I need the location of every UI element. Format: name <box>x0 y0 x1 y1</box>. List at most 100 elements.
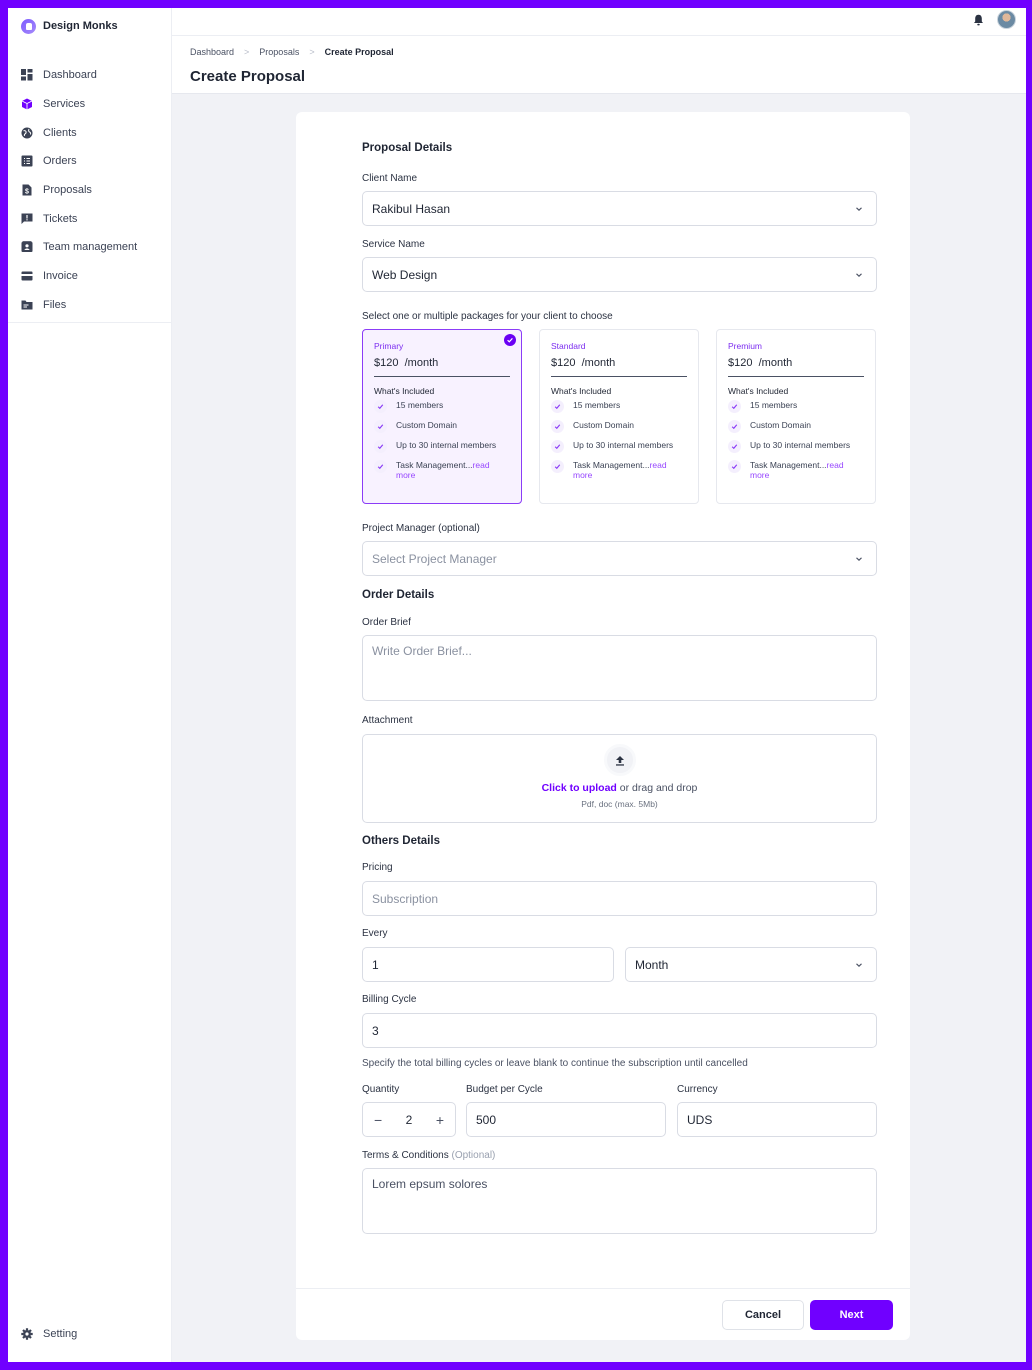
billing-cycle-label: Billing Cycle <box>362 994 417 1005</box>
quantity-value: 2 <box>405 1112 413 1127</box>
price-period: /month <box>581 357 616 369</box>
minus-icon[interactable]: − <box>374 1112 382 1128</box>
currency-value: UDS <box>687 1112 713 1127</box>
attachment-dropzone[interactable]: Click to upload or drag and drop Pdf, do… <box>362 734 877 823</box>
section-heading-others-details: Others Details <box>362 835 440 847</box>
package-price: $120 /month <box>728 357 864 377</box>
check-icon <box>728 420 741 433</box>
price-period: /month <box>758 357 793 369</box>
project-manager-label: Project Manager (optional) <box>362 523 480 534</box>
package-price: $120 /month <box>551 357 687 377</box>
breadcrumb: Dashboard > Proposals > Create Proposal <box>190 47 1026 57</box>
project-manager-select[interactable]: Select Project Manager <box>362 541 877 576</box>
sidebar-item-label: Dashboard <box>43 69 97 82</box>
every-unit-value: Month <box>635 957 669 972</box>
sidebar-item-clients[interactable]: Clients <box>8 118 171 147</box>
client-name-label: Client Name <box>362 173 418 184</box>
every-count-input[interactable]: 1 <box>362 947 614 982</box>
feature-item: Up to 30 internal members <box>374 440 510 460</box>
sidebar-item-setting[interactable]: Setting <box>8 1328 77 1340</box>
sidebar-item-files[interactable]: Files <box>8 291 171 320</box>
packages-label: Select one or multiple packages for your… <box>362 311 613 322</box>
chevron-right-icon: > <box>244 47 250 57</box>
package-card-premium[interactable]: Premium $120 /month What's Included 15 m… <box>716 329 876 504</box>
feature-item: Custom Domain <box>374 420 510 440</box>
pricing-input[interactable]: Subscription <box>362 881 877 916</box>
package-name: Primary <box>374 341 404 351</box>
attachment-label: Attachment <box>362 715 413 726</box>
feature-item: Up to 30 internal members <box>551 440 687 460</box>
budget-input[interactable]: 500 <box>466 1102 666 1137</box>
service-name-select[interactable]: Web Design <box>362 257 877 292</box>
package-card-primary[interactable]: Primary $120 /month What's Included 15 m… <box>362 329 522 504</box>
client-name-select[interactable]: Rakibul Hasan <box>362 191 877 226</box>
check-icon <box>374 420 387 433</box>
user-avatar[interactable] <box>997 10 1016 29</box>
check-icon <box>551 400 564 413</box>
pricing-label: Pricing <box>362 862 393 873</box>
order-brief-textarea[interactable]: Write Order Brief... <box>362 635 877 701</box>
check-icon <box>374 400 387 413</box>
billing-cycle-input[interactable]: 3 <box>362 1013 877 1048</box>
top-bar <box>172 8 1026 36</box>
feature-list: 15 members Custom Domain Up to 30 intern… <box>551 400 687 480</box>
click-to-upload-link[interactable]: Click to upload <box>542 782 617 794</box>
sidebar-item-invoice[interactable]: Invoice <box>8 262 171 291</box>
every-label: Every <box>362 928 388 939</box>
sidebar-item-team-management[interactable]: Team management <box>8 233 171 262</box>
currency-input[interactable]: UDS <box>677 1102 877 1137</box>
check-icon <box>551 460 564 473</box>
checkmark-circle-icon <box>504 334 516 346</box>
plus-icon[interactable]: + <box>436 1112 444 1128</box>
price-amount: $120 <box>728 357 753 369</box>
package-card-standard[interactable]: Standard $120 /month What's Included 15 … <box>539 329 699 504</box>
feature-list: 15 members Custom Domain Up to 30 intern… <box>374 400 510 480</box>
feature-list: 15 members Custom Domain Up to 30 intern… <box>728 400 864 480</box>
billing-cycle-hint: Specify the total billing cycles or leav… <box>362 1058 748 1069</box>
every-unit-select[interactable]: Month <box>625 947 877 982</box>
setting-label: Setting <box>43 1328 78 1340</box>
terms-textarea[interactable]: Lorem epsum solores <box>362 1168 877 1234</box>
check-icon <box>551 440 564 453</box>
app-window: Design Monks Dashboard Services Clients … <box>8 8 1026 1362</box>
bell-icon[interactable] <box>973 13 984 31</box>
chevron-down-icon <box>856 557 862 561</box>
page-title: Create Proposal <box>190 68 306 85</box>
brand[interactable]: Design Monks <box>8 8 171 44</box>
check-icon <box>374 440 387 453</box>
next-button[interactable]: Next <box>810 1300 893 1330</box>
feature-item: Task Management...read more <box>551 460 687 480</box>
sidebar-item-orders[interactable]: Orders <box>8 147 171 176</box>
check-icon <box>728 460 741 473</box>
sidebar-item-label: Orders <box>43 155 77 168</box>
document-dollar-icon: $ <box>21 184 33 196</box>
sidebar-item-tickets[interactable]: Tickets <box>8 204 171 233</box>
sidebar-item-label: Tickets <box>43 212 78 225</box>
cancel-button[interactable]: Cancel <box>722 1300 804 1330</box>
proposal-form-card: Proposal Details Client Name Rakibul Has… <box>296 112 910 1340</box>
quantity-label: Quantity <box>362 1084 400 1095</box>
sidebar-item-proposals[interactable]: $ Proposals <box>8 176 171 205</box>
section-heading-order-details: Order Details <box>362 589 435 601</box>
sidebar-item-services[interactable]: Services <box>8 90 171 119</box>
currency-label: Currency <box>677 1084 718 1095</box>
chevron-down-icon <box>856 963 862 967</box>
project-manager-placeholder: Select Project Manager <box>372 551 497 566</box>
breadcrumb-item-proposals[interactable]: Proposals <box>259 47 299 57</box>
sidebar-item-label: Clients <box>43 126 77 139</box>
price-amount: $120 <box>551 357 576 369</box>
order-brief-label: Order Brief <box>362 617 411 628</box>
breadcrumb-item-dashboard[interactable]: Dashboard <box>190 47 234 57</box>
optional-tag: (Optional) <box>451 1150 496 1161</box>
quantity-stepper[interactable]: − 2 + <box>362 1102 456 1137</box>
check-icon <box>728 400 741 413</box>
sidebar-nav: Dashboard Services Clients Orders $ Prop… <box>8 61 171 324</box>
package-price: $120 /month <box>374 357 510 377</box>
package-name: Premium <box>728 341 763 351</box>
contact-card-icon <box>21 241 33 253</box>
feature-item: Task Management...read more <box>374 460 510 480</box>
brand-logo-icon <box>21 18 36 34</box>
sidebar-item-dashboard[interactable]: Dashboard <box>8 61 171 90</box>
feature-item: Custom Domain <box>551 420 687 440</box>
terms-label: Terms & Conditions (Optional) <box>362 1150 496 1161</box>
